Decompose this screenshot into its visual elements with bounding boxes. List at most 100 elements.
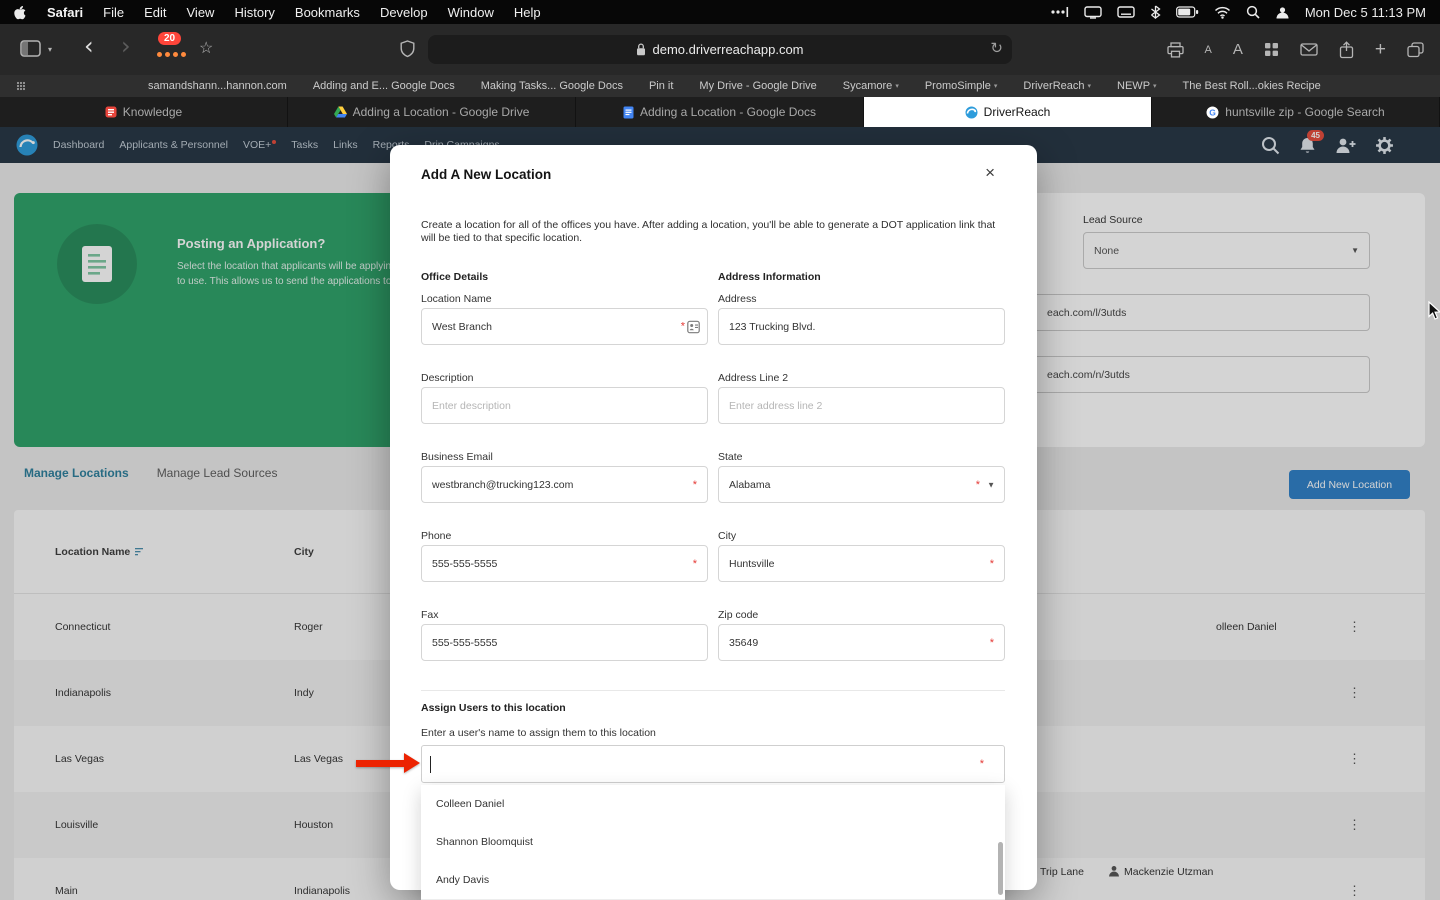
google-drive-icon — [333, 106, 347, 118]
reload-icon[interactable]: ↻ — [990, 39, 1003, 57]
favorite-folder[interactable]: DriverReach ▾ — [1023, 80, 1091, 92]
menu-help[interactable]: Help — [514, 5, 541, 20]
favorite-item[interactable]: The Best Roll...okies Recipe — [1183, 80, 1321, 92]
lock-icon — [636, 43, 646, 56]
assign-users-heading: Assign Users to this location — [421, 702, 566, 714]
user-option[interactable]: Colleen Daniel — [421, 785, 1005, 823]
tab-google-drive[interactable]: Adding a Location - Google Drive — [288, 97, 576, 127]
macos-menubar: Safari File Edit View History Bookmarks … — [0, 0, 1440, 24]
tab-knowledge[interactable]: Knowledge — [0, 97, 288, 127]
chevron-down-icon: ▾ — [1087, 83, 1092, 90]
required-asterisk: * — [979, 758, 984, 770]
url-text: demo.driverreachapp.com — [652, 42, 804, 57]
user-option[interactable]: Shannon Bloomquist — [421, 823, 1005, 861]
apple-logo-icon[interactable] — [14, 5, 27, 20]
print-icon[interactable] — [1166, 41, 1184, 58]
spotlight-search-icon[interactable] — [1246, 5, 1260, 19]
new-tab-button[interactable]: + — [1375, 40, 1386, 59]
state-select[interactable]: Alabama * ▼ — [718, 466, 1005, 503]
display-icon[interactable] — [1084, 5, 1102, 19]
assign-user-input[interactable]: * — [421, 745, 1005, 783]
menu-history[interactable]: History — [234, 5, 274, 20]
url-bar[interactable]: demo.driverreachapp.com ↻ — [428, 35, 1012, 64]
address-input[interactable]: 123 Trucking Blvd. — [718, 308, 1005, 345]
menubar-clock[interactable]: Mon Dec 5 11:13 PM — [1305, 5, 1426, 20]
menu-edit[interactable]: Edit — [144, 5, 166, 20]
wifi-icon[interactable] — [1214, 6, 1231, 19]
mouse-cursor — [1428, 301, 1440, 320]
decrease-text-size-button[interactable]: A — [1205, 44, 1212, 56]
close-icon[interactable]: × — [985, 163, 995, 183]
bluetooth-icon[interactable] — [1150, 5, 1161, 19]
address-line2-input[interactable]: Enter address line 2 — [718, 387, 1005, 424]
description-label: Description — [421, 372, 474, 384]
tab-driverreach-active[interactable]: DriverReach — [864, 97, 1152, 127]
location-name-input[interactable]: West Branch * — [421, 308, 708, 345]
autofill-contact-icon[interactable]: * — [681, 320, 700, 333]
keyboard-icon[interactable] — [1117, 6, 1135, 18]
favorite-item[interactable]: samandshann...hannon.com — [148, 80, 287, 92]
address-label: Address — [718, 293, 757, 305]
tab-google-docs[interactable]: Adding a Location - Google Docs — [576, 97, 864, 127]
location-name-label: Location Name — [421, 293, 492, 305]
phone-input[interactable]: 555-555-5555 * — [421, 545, 708, 582]
forward-button[interactable]: › — [121, 34, 131, 58]
favorite-folder[interactable]: PromoSimple ▾ — [925, 80, 998, 92]
extensions-grid-icon[interactable] — [1264, 42, 1279, 57]
zip-input[interactable]: 35649 * — [718, 624, 1005, 661]
pinned-tabs-dots-icon[interactable] — [157, 52, 186, 57]
tab-google-search[interactable]: G huntsville zip - Google Search — [1152, 97, 1440, 127]
favorite-folder[interactable]: NEWP ▾ — [1117, 80, 1157, 92]
favorites-grid-icon[interactable] — [16, 81, 26, 91]
battery-icon[interactable] — [1175, 6, 1199, 18]
safari-toolbar: ▾ ‹ › 20 ☆ demo.driverreachapp.com ↻ A A… — [0, 24, 1440, 75]
business-email-label: Business Email — [421, 451, 493, 463]
driverreach-favicon — [965, 106, 978, 119]
sidebar-chevron-icon[interactable]: ▾ — [48, 45, 52, 54]
menubar-app-name[interactable]: Safari — [47, 5, 83, 20]
menu-window[interactable]: Window — [448, 5, 494, 20]
increase-text-size-button[interactable]: A — [1233, 41, 1243, 58]
bookmark-star-icon[interactable]: ☆ — [199, 38, 213, 58]
favorite-folder[interactable]: Sycamore ▾ — [843, 80, 899, 92]
required-asterisk: * — [989, 636, 994, 649]
menu-bookmarks[interactable]: Bookmarks — [295, 5, 360, 20]
menu-develop[interactable]: Develop — [380, 5, 428, 20]
tab-bar: Knowledge Adding a Location - Google Dri… — [0, 97, 1440, 127]
assign-users-subtext: Enter a user's name to assign them to th… — [421, 727, 656, 739]
modal-description: Create a location for all of the offices… — [421, 219, 996, 244]
user-option[interactable]: Andy Davis — [421, 861, 1005, 899]
divider — [421, 690, 1005, 691]
chevron-down-icon: ▾ — [1153, 83, 1157, 90]
screen-mirroring-icon[interactable] — [1050, 6, 1069, 18]
tab-overview-icon[interactable] — [1407, 41, 1424, 58]
phone-label: Phone — [421, 530, 452, 542]
address-line2-label: Address Line 2 — [718, 372, 789, 384]
svg-text:G: G — [1209, 107, 1216, 117]
control-center-icon[interactable] — [1275, 6, 1290, 19]
share-icon[interactable] — [1339, 40, 1354, 59]
mail-share-icon[interactable] — [1300, 43, 1318, 56]
menu-view[interactable]: View — [187, 5, 215, 20]
chevron-down-icon: ▾ — [895, 83, 899, 90]
state-label: State — [718, 451, 743, 463]
favorite-item[interactable]: Making Tasks... Google Docs — [481, 80, 623, 92]
favorite-item[interactable]: Pin it — [649, 80, 673, 92]
sidebar-toggle-icon[interactable] — [20, 40, 41, 57]
description-input[interactable]: Enter description — [421, 387, 708, 424]
city-input[interactable]: Huntsville * — [718, 545, 1005, 582]
office-details-heading: Office Details — [421, 271, 489, 283]
fax-input[interactable]: 555-555-5555 — [421, 624, 708, 661]
menu-file[interactable]: File — [103, 5, 124, 20]
required-asterisk: * — [975, 478, 980, 491]
privacy-shield-icon[interactable] — [400, 40, 415, 58]
back-button[interactable]: ‹ — [84, 34, 94, 58]
favorite-item[interactable]: Adding and E... Google Docs — [313, 80, 455, 92]
add-location-modal: Add A New Location × Create a location f… — [390, 145, 1037, 890]
dropdown-scrollbar[interactable] — [998, 842, 1003, 895]
favorite-item[interactable]: My Drive - Google Drive — [699, 80, 816, 92]
business-email-input[interactable]: westbranch@trucking123.com * — [421, 466, 708, 503]
chevron-down-icon: ▼ — [987, 480, 995, 489]
modal-title: Add A New Location — [421, 167, 552, 182]
fax-label: Fax — [421, 609, 439, 621]
